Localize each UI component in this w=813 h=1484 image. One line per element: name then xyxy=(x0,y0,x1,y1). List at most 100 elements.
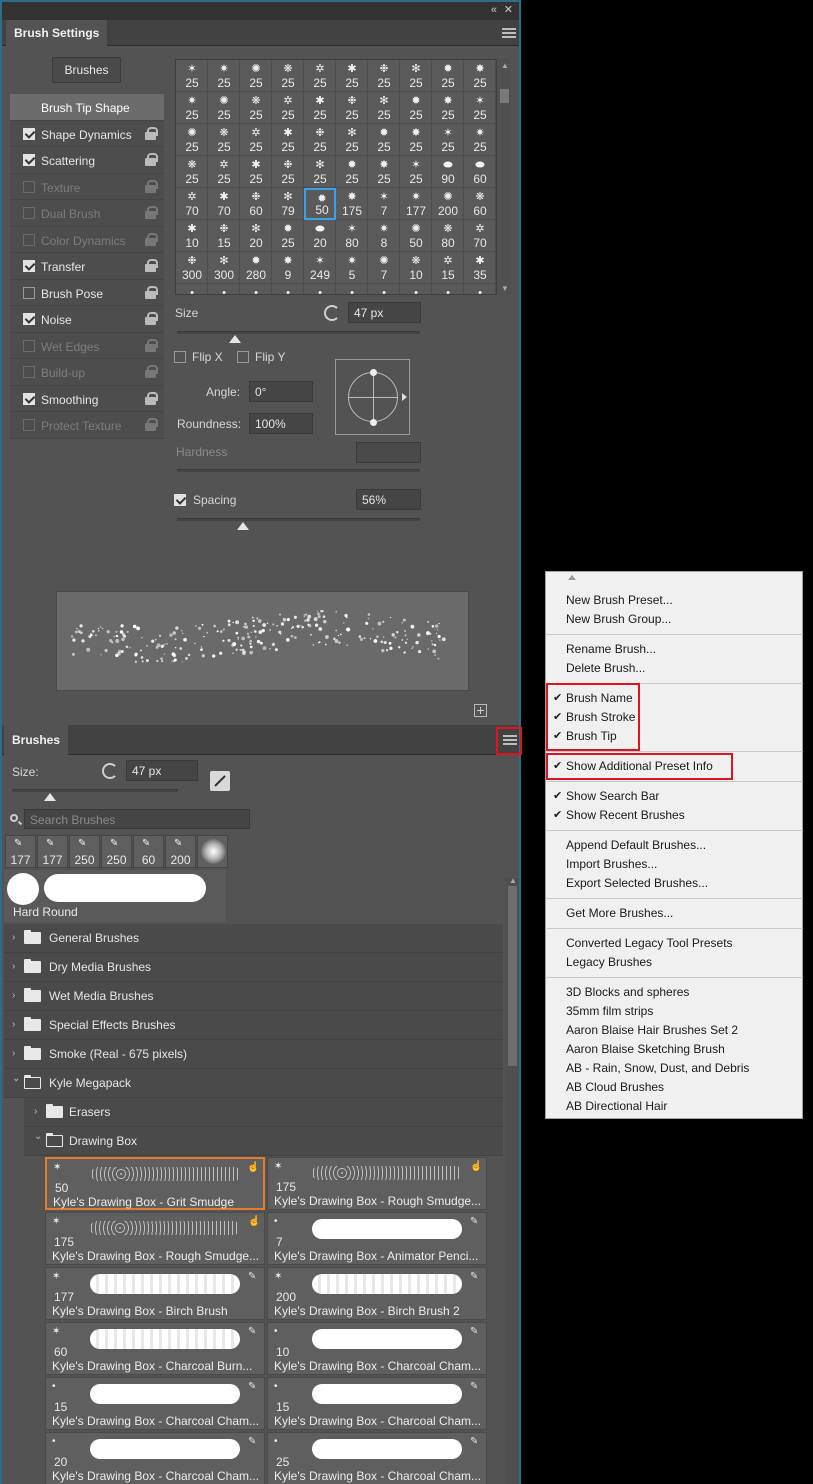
brush-tip[interactable]: ✱ 35 xyxy=(464,252,496,284)
menu-item-show-recent-brushes[interactable]: ✔ Show Recent Brushes xyxy=(546,806,804,825)
brush-tip[interactable]: ✷ 8 xyxy=(368,220,400,252)
brush-tip[interactable]: ✸ 25 xyxy=(368,156,400,188)
brush-tip[interactable]: ✺ 50 xyxy=(400,220,432,252)
brush-tip[interactable]: ✹ 280 xyxy=(240,252,272,284)
brush-tip[interactable]: ✹ 25 xyxy=(432,60,464,92)
panel-menu-icon[interactable] xyxy=(502,28,516,40)
group-dry-media-brushes[interactable]: › Dry Media Brushes xyxy=(4,953,503,982)
brush-tip[interactable]: ✶ 25 xyxy=(464,92,496,124)
option-transfer[interactable]: Transfer xyxy=(10,253,164,280)
lock-icon[interactable] xyxy=(145,391,158,405)
recent-brush[interactable] xyxy=(197,835,228,868)
brush-tip[interactable]: ❋ 25 xyxy=(272,60,304,92)
lock-icon[interactable] xyxy=(145,153,158,166)
recent-brush[interactable]: ✎ 200 xyxy=(165,835,196,868)
brush-tip[interactable]: • xyxy=(304,284,336,294)
brush-tip[interactable]: ❉ 25 xyxy=(368,60,400,92)
recent-brush[interactable]: ✎ 177 xyxy=(5,835,36,868)
size-field[interactable]: 47 px xyxy=(348,302,421,323)
menu-item-ab-directional-hair[interactable]: AB Directional Hair xyxy=(546,1097,804,1116)
brush-tip[interactable]: ✹ 25 xyxy=(272,220,304,252)
recent-brush[interactable]: ✎ 177 xyxy=(37,835,68,868)
brush-tip[interactable]: ❉ 25 xyxy=(272,156,304,188)
brush-tip[interactable]: ✸ 9 xyxy=(272,252,304,284)
spacing-field[interactable]: 56% xyxy=(356,489,421,510)
brush-tip[interactable]: • xyxy=(400,284,432,294)
brush-tip[interactable]: ✷ 5 xyxy=(336,252,368,284)
brush-tip[interactable]: • xyxy=(208,284,240,294)
brush-tip-scrollbar[interactable]: ▲ ▼ xyxy=(498,59,511,295)
angle-roundness-widget[interactable] xyxy=(335,359,410,435)
brush-tip[interactable]: • xyxy=(336,284,368,294)
menu-item-3d-blocks-and-spheres[interactable]: 3D Blocks and spheres xyxy=(546,983,804,1002)
brush-tip[interactable]: ✱ 25 xyxy=(272,124,304,156)
brush-tip[interactable]: • xyxy=(464,284,496,294)
option-scattering[interactable]: Scattering xyxy=(10,147,164,174)
brush-tip[interactable]: ✸ 25 xyxy=(464,60,496,92)
brush-edit-icon[interactable] xyxy=(210,771,230,791)
lock-icon[interactable] xyxy=(145,259,158,272)
option-noise[interactable]: Noise xyxy=(10,306,164,333)
angle-field[interactable]: 0° xyxy=(249,381,313,402)
brush-tip[interactable]: ✶ 25 xyxy=(432,124,464,156)
brush-preset[interactable]: • ✎ 20 Kyle's Drawing Box - Charcoal Cham..… xyxy=(45,1432,265,1484)
brush-tip[interactable]: ❉ 15 xyxy=(208,220,240,252)
brush-preset[interactable]: • ✎ 10 Kyle's Drawing Box - Charcoal Cham..… xyxy=(267,1322,487,1375)
brush-tip[interactable]: ✱ 25 xyxy=(240,156,272,188)
brush-tip[interactable]: • xyxy=(176,284,208,294)
flip-x-checkbox[interactable] xyxy=(174,351,186,363)
menu-item-35mm-film-strips[interactable]: 35mm film strips xyxy=(546,1002,804,1021)
brush-preset[interactable]: • ✎ 7 Kyle's Drawing Box - Animator Penci..… xyxy=(267,1212,487,1265)
brush-pose-checkbox[interactable] xyxy=(23,286,35,299)
brush-tip[interactable]: ✹ 25 xyxy=(400,92,432,124)
chevron-right-icon[interactable]: › xyxy=(12,961,15,972)
size-slider-knob[interactable] xyxy=(229,335,242,343)
menu-item-aaron-blaise-sketching-brush[interactable]: Aaron Blaise Sketching Brush xyxy=(546,1040,804,1059)
spacing-slider[interactable] xyxy=(177,518,420,521)
brush-tip[interactable]: ✺ 25 xyxy=(176,124,208,156)
group-drawing-box[interactable]: ⌄ Drawing Box xyxy=(24,1127,503,1156)
group-kyle-megapack[interactable]: ⌄ Kyle Megapack xyxy=(4,1069,503,1098)
search-brushes-input[interactable]: Search Brushes xyxy=(24,809,250,829)
brush-tip[interactable]: ✶ 249 xyxy=(304,252,336,284)
menu-item-converted-legacy-tool-presets[interactable]: Converted Legacy Tool Presets xyxy=(546,934,804,953)
brush-tip[interactable]: • xyxy=(240,284,272,294)
brush-tip[interactable]: ✱ 25 xyxy=(336,60,368,92)
brush-tip[interactable]: ✲ 15 xyxy=(432,252,464,284)
brushes-size-slider-knob[interactable] xyxy=(44,793,56,801)
lock-icon[interactable] xyxy=(145,179,158,193)
brush-preset[interactable]: ✶ ☝ 175 Kyle's Drawing Box - Rough Smudge..… xyxy=(45,1212,265,1265)
lock-icon[interactable] xyxy=(145,338,158,352)
option-build-up[interactable]: Build-up xyxy=(10,359,164,386)
chevron-right-icon[interactable]: › xyxy=(12,990,15,1001)
lock-icon[interactable] xyxy=(145,206,158,219)
tab-brushes[interactable]: Brushes xyxy=(4,725,69,755)
tab-brush-settings[interactable]: Brush Settings xyxy=(6,20,108,46)
option-color-dynamics[interactable]: Color Dynamics xyxy=(10,226,164,253)
chevron-right-icon[interactable]: › xyxy=(12,1019,15,1030)
lock-icon[interactable] xyxy=(145,312,158,325)
brush-tip[interactable]: ✺ 7 xyxy=(368,252,400,284)
brushes-scrollbar[interactable]: ▲ xyxy=(506,876,519,1484)
brush-tip[interactable]: ⬬ 20 xyxy=(304,220,336,252)
brush-tip[interactable]: ✶ 7 xyxy=(368,188,400,220)
chevron-right-icon[interactable]: › xyxy=(12,1048,15,1059)
option-brush-tip-shape[interactable]: Brush Tip Shape xyxy=(10,94,164,121)
brushes-button[interactable]: Brushes xyxy=(52,57,121,83)
brush-tip[interactable]: ❉ 300 xyxy=(176,252,208,284)
brush-tip[interactable]: ✹ 50 xyxy=(304,188,336,220)
brush-tip[interactable]: ✺ 200 xyxy=(432,188,464,220)
option-dual-brush[interactable]: Dual Brush xyxy=(10,200,164,227)
brush-tip[interactable]: ❋ 25 xyxy=(208,124,240,156)
chevron-right-icon[interactable]: › xyxy=(34,1106,37,1117)
brush-tip[interactable]: ✹ 25 xyxy=(336,156,368,188)
brush-tip[interactable]: ✱ 10 xyxy=(176,220,208,252)
smoothing-checkbox[interactable] xyxy=(23,392,35,405)
menu-item-rename-brush[interactable]: Rename Brush... xyxy=(546,640,804,659)
collapse-panel-icon[interactable]: « xyxy=(491,4,497,16)
group-wet-media-brushes[interactable]: › Wet Media Brushes xyxy=(4,982,503,1011)
option-brush-pose[interactable]: Brush Pose xyxy=(10,279,164,306)
brush-tip[interactable]: ✲ 25 xyxy=(272,92,304,124)
brush-preset[interactable]: • ✎ 15 Kyle's Drawing Box - Charcoal Cham..… xyxy=(267,1377,487,1430)
brushes-size-slider[interactable] xyxy=(12,789,178,792)
